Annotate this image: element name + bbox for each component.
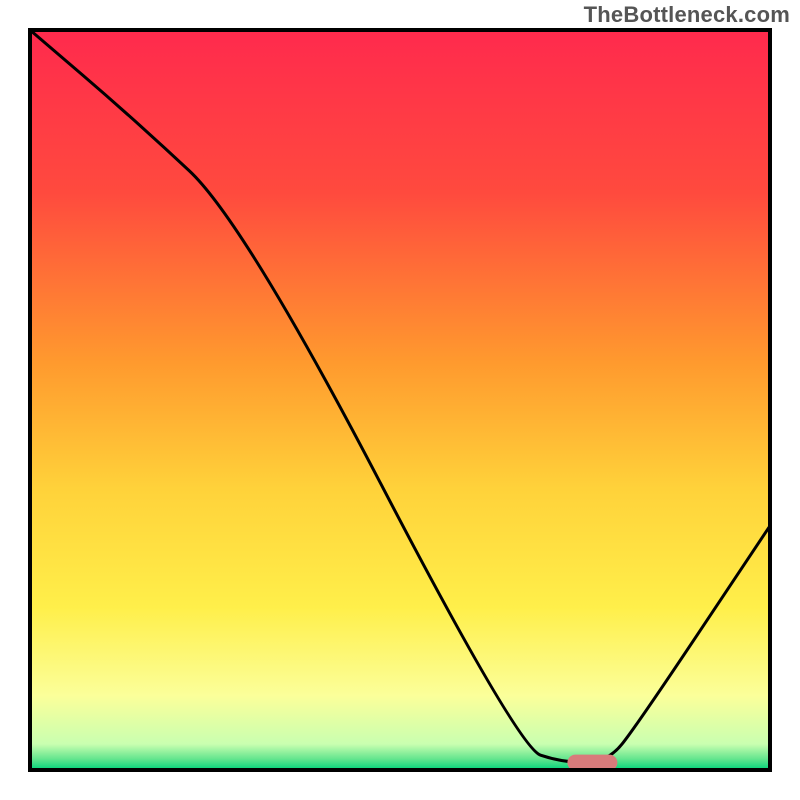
watermark-label: TheBottleneck.com — [584, 2, 790, 28]
bottleneck-chart — [0, 0, 800, 800]
plot-background — [30, 30, 770, 770]
